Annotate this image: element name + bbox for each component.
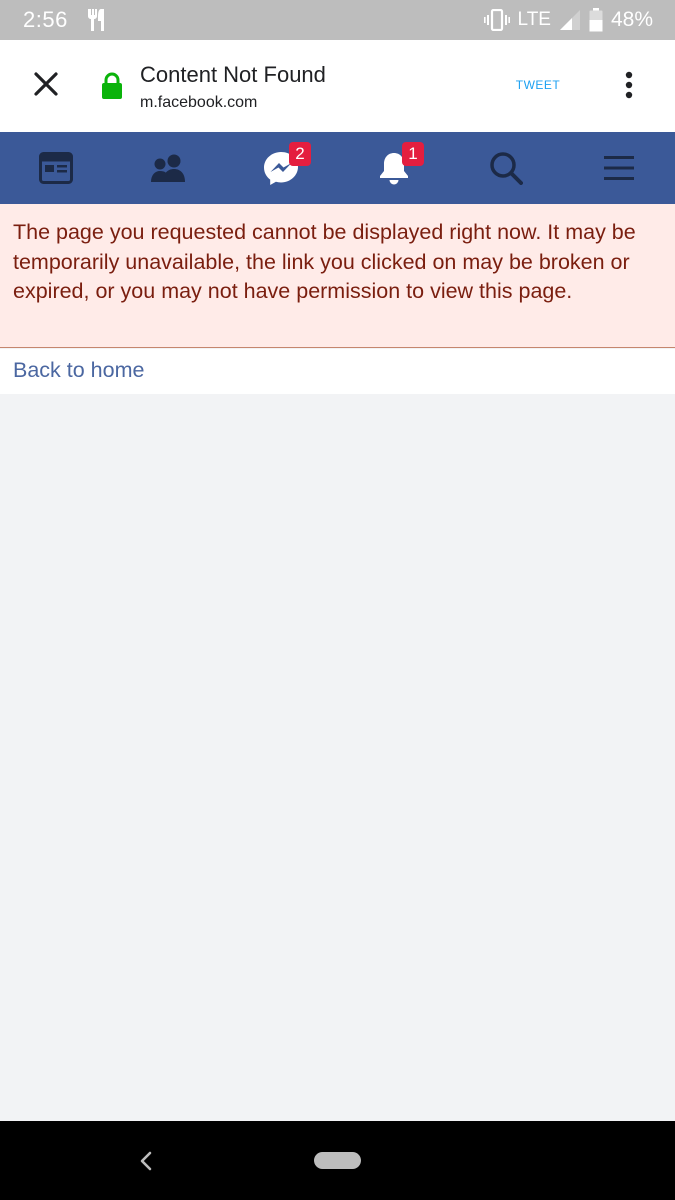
- notifications-badge: 1: [402, 142, 424, 166]
- messenger-badge: 2: [289, 142, 311, 166]
- close-icon: [34, 72, 58, 96]
- back-to-home-link[interactable]: Back to home: [13, 358, 144, 382]
- system-nav-bar: [0, 1121, 675, 1200]
- nav-menu[interactable]: [563, 132, 675, 204]
- error-box: The page you requested cannot be display…: [0, 204, 675, 348]
- page-url: m.facebook.com: [140, 94, 258, 111]
- nav-search[interactable]: [450, 132, 562, 204]
- vibrate-icon: [483, 9, 510, 31]
- system-home-pill[interactable]: [314, 1152, 361, 1169]
- status-left: 2:56: [23, 7, 108, 33]
- menu-icon: [604, 156, 634, 180]
- signal-icon: [559, 10, 580, 30]
- network-type: LTE: [517, 9, 551, 30]
- friends-icon: [151, 154, 185, 182]
- page-title: Content Not Found: [140, 62, 326, 87]
- search-icon: [490, 152, 523, 185]
- facebook-nav-bar: 2 1: [0, 132, 675, 204]
- system-back-icon[interactable]: [138, 1150, 154, 1172]
- nav-messenger[interactable]: 2: [225, 132, 337, 204]
- lock-icon: [102, 72, 122, 99]
- battery-icon: [589, 8, 603, 32]
- status-right: LTE 48%: [483, 8, 653, 32]
- news-feed-icon: [39, 152, 73, 184]
- close-button[interactable]: [30, 68, 62, 100]
- error-message: The page you requested cannot be display…: [13, 220, 636, 303]
- restaurant-icon: [87, 9, 104, 31]
- status-time: 2:56: [23, 7, 68, 32]
- custom-tab-header: Content Not Found m.facebook.com TWEET: [0, 40, 675, 132]
- back-to-home-row: Back to home: [0, 349, 675, 394]
- status-bar: 2:56 LTE 48%: [0, 0, 675, 40]
- nav-news-feed[interactable]: [0, 132, 112, 204]
- battery-percent: 48%: [610, 8, 653, 31]
- more-vert-icon: [625, 71, 633, 99]
- nav-friends[interactable]: [112, 132, 224, 204]
- tweet-button[interactable]: TWEET: [503, 78, 573, 92]
- nav-notifications[interactable]: 1: [338, 132, 450, 204]
- more-options-button[interactable]: [618, 70, 640, 100]
